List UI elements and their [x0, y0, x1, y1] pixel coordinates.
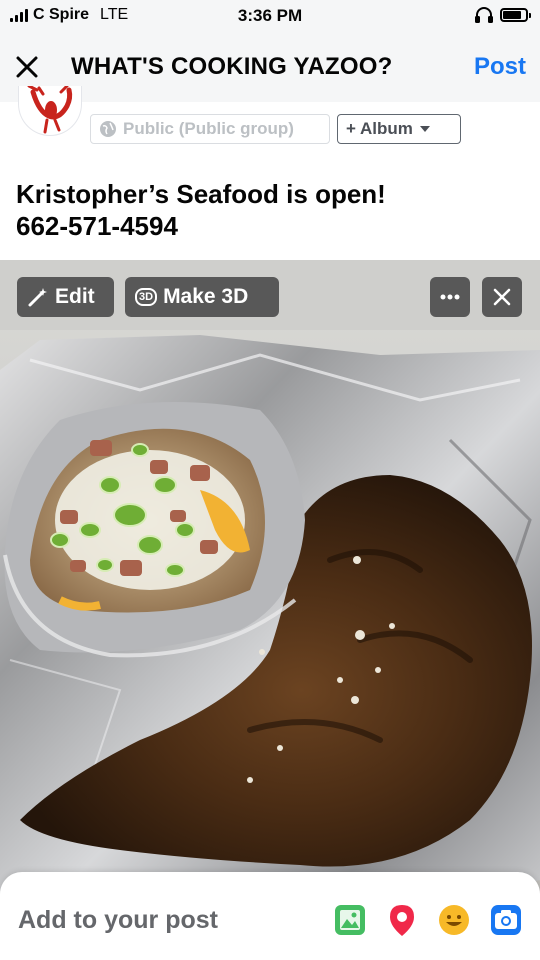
add-to-post-bar[interactable]: Add to your post	[0, 872, 540, 960]
battery-icon	[500, 8, 531, 22]
location-pin-icon[interactable]	[384, 902, 420, 938]
album-button[interactable]: + Album	[337, 114, 461, 144]
post-text-line-2: 662-571-4594	[16, 211, 178, 241]
clock: 3:36 PM	[237, 6, 303, 25]
post-button[interactable]: Post	[474, 53, 526, 81]
more-dots-icon	[440, 294, 460, 300]
add-to-post-label: Add to your post	[18, 906, 218, 934]
remove-photo-button[interactable]	[482, 277, 522, 317]
audience-selector[interactable]: Public (Public group)	[90, 114, 330, 144]
more-options-button[interactable]	[430, 277, 470, 317]
photo-icon[interactable]	[332, 902, 368, 938]
audience-label: Public (Public group)	[123, 119, 294, 138]
group-title: WHAT'S COOKING YAZOO?	[71, 53, 393, 80]
post-text[interactable]: Kristopher’s Seafood is open! 662-571-45…	[16, 178, 386, 242]
crawfish-logo-icon	[27, 86, 73, 134]
magic-wand-icon	[28, 288, 47, 307]
3d-icon: 3D	[135, 288, 158, 306]
post-text-line-1: Kristopher’s Seafood is open!	[16, 179, 386, 209]
make-3d-label: Make 3D	[163, 285, 249, 308]
status-bar: C Spire LTE 3:36 PM	[0, 0, 540, 32]
edit-label: Edit	[55, 285, 95, 308]
close-icon	[493, 288, 511, 306]
album-label: + Album	[346, 119, 413, 138]
avatar[interactable]	[18, 86, 82, 136]
globe-icon	[100, 121, 116, 137]
make-3d-button[interactable]: 3D Make 3D	[125, 277, 279, 317]
headphones-icon	[475, 7, 493, 23]
feeling-emoji-icon[interactable]	[436, 902, 472, 938]
close-icon[interactable]	[12, 52, 42, 82]
camera-icon[interactable]	[488, 902, 524, 938]
attached-photo[interactable]	[0, 260, 540, 900]
food-photo-illustration	[0, 260, 540, 900]
edit-photo-button[interactable]: Edit	[17, 277, 114, 317]
caret-down-icon	[419, 126, 430, 132]
